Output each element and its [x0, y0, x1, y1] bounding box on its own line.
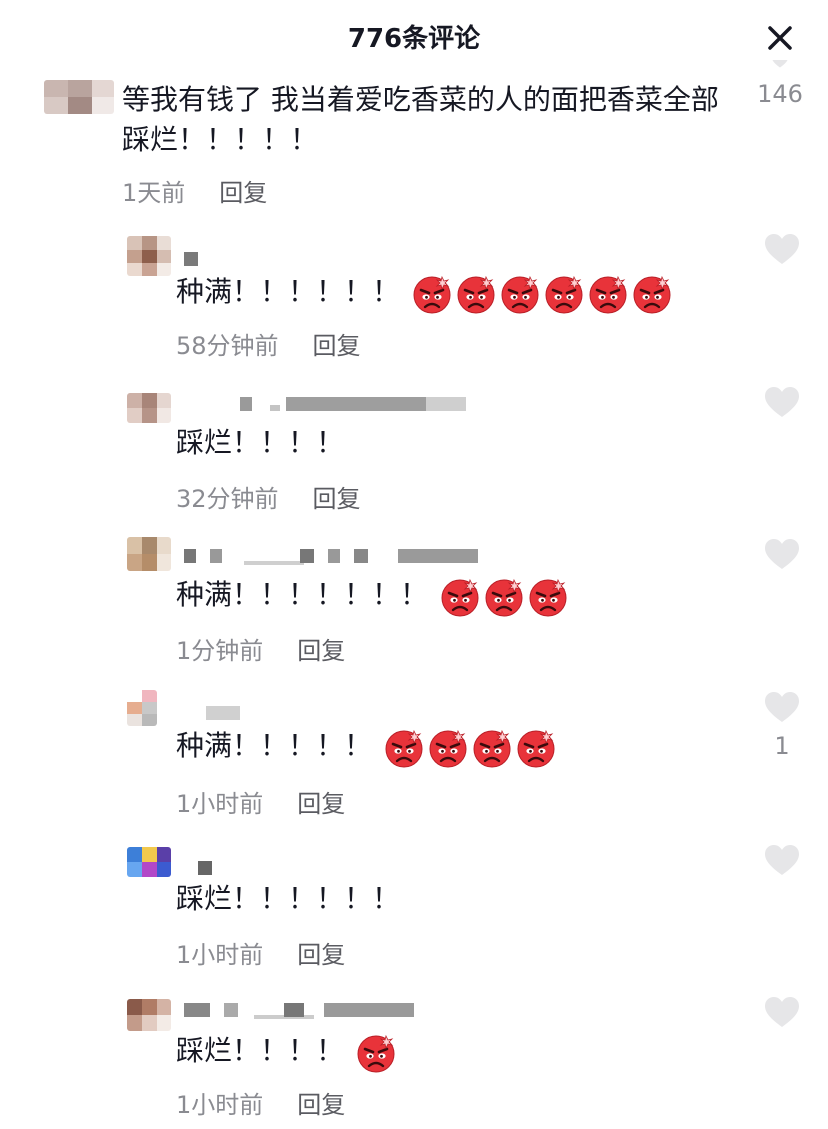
- reply-comment: 踩烂！！！！ 32分钟前 回复: [0, 385, 828, 515]
- reply-button[interactable]: 回复: [313, 332, 361, 360]
- like-button[interactable]: [762, 995, 802, 1037]
- angry-face-emoji: [516, 728, 556, 768]
- avatar[interactable]: [127, 537, 171, 571]
- reply-comment: 踩烂！！！！！！ 1小时前 回复: [0, 843, 828, 973]
- reply-button[interactable]: 回复: [297, 941, 345, 969]
- comment-text-content: 踩烂！！！！: [176, 1034, 345, 1067]
- comments-header: 776条评论: [0, 0, 828, 76]
- heart-icon: [765, 997, 799, 1027]
- comment-time: 32分钟前: [176, 485, 279, 513]
- comment-meta: 32分钟前 回复: [176, 479, 361, 514]
- comment-text-content: 踩烂！！！！！！: [176, 882, 401, 915]
- username[interactable]: [240, 397, 480, 411]
- avatar[interactable]: [127, 236, 171, 276]
- reply-button[interactable]: 回复: [219, 179, 267, 207]
- angry-face-emoji: [456, 274, 496, 314]
- like-button[interactable]: [762, 385, 802, 427]
- comment-meta: 58分钟前 回复: [176, 326, 361, 361]
- like-count: 146: [757, 80, 803, 108]
- reply-comment: 种满！！！！！ 1小时前 回复 1: [0, 690, 828, 820]
- like-button[interactable]: [762, 537, 802, 579]
- angry-face-emoji: [428, 728, 468, 768]
- comment-time: 1小时前: [176, 941, 264, 969]
- comment-meta: 1分钟前 回复: [176, 631, 345, 666]
- heart-icon: [765, 234, 799, 264]
- angry-face-emoji: [588, 274, 628, 314]
- reply-comment: 种满！！！！！！！ 1分钟前 回复: [0, 537, 828, 667]
- comment-text: 种满！！！！！: [176, 726, 560, 768]
- reply-button[interactable]: 回复: [297, 1091, 345, 1119]
- comment-time: 1小时前: [176, 790, 264, 818]
- comment-meta: 1小时前 回复: [176, 784, 345, 819]
- emoji-row: [412, 273, 676, 314]
- comment-time: 1小时前: [176, 1091, 264, 1119]
- emoji-row: [356, 1032, 400, 1073]
- comment-text: 等我有钱了 我当着爱吃香菜的人的面把香菜全部踩烂！！！！！: [122, 83, 719, 156]
- reply-button[interactable]: 回复: [313, 485, 361, 513]
- angry-face-emoji: [356, 1033, 396, 1073]
- username[interactable]: [184, 1003, 434, 1019]
- like-button[interactable]: [762, 232, 802, 274]
- like-button[interactable]: 1: [762, 690, 802, 760]
- like-button[interactable]: 146: [750, 60, 810, 108]
- heart-icon: [765, 387, 799, 417]
- close-button[interactable]: [762, 20, 798, 56]
- angry-face-emoji: [440, 577, 480, 617]
- comment-meta: 1小时前 回复: [176, 935, 345, 970]
- top-comment: 等我有钱了 我当着爱吃香菜的人的面把香菜全部踩烂！！！！！ 1天前 回复 146: [0, 60, 828, 218]
- comment-text: 种满！！！！！！！: [176, 575, 572, 617]
- heart-icon: [772, 60, 788, 68]
- angry-face-emoji: [412, 274, 452, 314]
- comment-text-content: 种满！！！！！！: [176, 275, 401, 308]
- avatar[interactable]: [44, 80, 114, 114]
- angry-face-emoji: [484, 577, 524, 617]
- comment-meta: 1天前 回复: [122, 173, 267, 208]
- angry-face-emoji: [632, 274, 672, 314]
- heart-icon: [765, 539, 799, 569]
- avatar[interactable]: [127, 690, 157, 726]
- avatar[interactable]: [127, 847, 171, 877]
- username[interactable]: [184, 549, 484, 565]
- comment-text: 踩烂！！！！！！: [176, 879, 412, 919]
- comment-time: 1天前: [122, 179, 186, 207]
- reply-comment: 种满！！！！！！ 58分钟前 回复: [0, 232, 828, 362]
- comment-text: 踩烂！！！！: [176, 1031, 400, 1073]
- like-button[interactable]: [762, 843, 802, 885]
- angry-face-emoji: [544, 274, 584, 314]
- comment-text: 种满！！！！！！: [176, 272, 676, 314]
- comment-text-content: 种满！！！！！: [176, 729, 373, 762]
- comment-time: 1分钟前: [176, 637, 264, 665]
- avatar[interactable]: [127, 999, 171, 1031]
- username[interactable]: [184, 252, 204, 266]
- angry-face-emoji: [384, 728, 424, 768]
- avatar[interactable]: [127, 393, 171, 423]
- heart-icon: [765, 845, 799, 875]
- comments-count-title: 776条评论: [347, 24, 481, 54]
- heart-icon: [765, 692, 799, 722]
- emoji-row: [384, 727, 560, 768]
- username[interactable]: [198, 861, 218, 875]
- comment-text: 踩烂！！！！: [176, 423, 356, 463]
- username[interactable]: [206, 706, 256, 720]
- like-count: 1: [774, 732, 790, 760]
- comment-text-content: 踩烂！！！！: [176, 426, 345, 459]
- comment-time: 58分钟前: [176, 332, 279, 360]
- reply-button[interactable]: 回复: [297, 637, 345, 665]
- emoji-row: [440, 576, 572, 617]
- reply-comment: 踩烂！！！！ 1小时前 回复: [0, 995, 828, 1125]
- comment-meta: 1小时前 回复: [176, 1085, 345, 1120]
- angry-face-emoji: [500, 274, 540, 314]
- angry-face-emoji: [472, 728, 512, 768]
- comment-text-content: 种满！！！！！！！: [176, 578, 429, 611]
- close-icon: [768, 26, 792, 50]
- angry-face-emoji: [528, 577, 568, 617]
- reply-button[interactable]: 回复: [297, 790, 345, 818]
